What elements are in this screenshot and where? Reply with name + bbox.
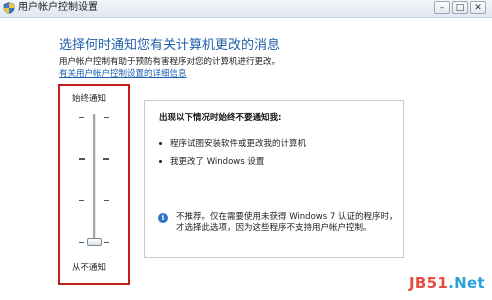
window-controls: – □ ✕ — [434, 1, 486, 14]
title-bar: 用户帐户控制设置 – □ ✕ — [0, 0, 492, 18]
info-bullet-text: 程序试图安装软件或更改我的计算机 — [170, 139, 307, 149]
uac-details-link[interactable]: 有关用户帐户控制设置的详细信息 — [59, 67, 187, 79]
close-button[interactable]: ✕ — [470, 1, 486, 14]
page-description: 用户帐户控制有助于预防有害程序对您的计算机进行更改。 — [59, 57, 281, 67]
slider-top-label: 始终通知 — [72, 94, 107, 104]
slider-tick — [104, 242, 109, 243]
maximize-button[interactable]: □ — [452, 1, 468, 14]
slider-tick — [79, 158, 85, 160]
uac-shield-icon — [3, 2, 15, 14]
info-bullet-text: 我更改了 Windows 设置 — [170, 157, 265, 167]
minimize-button[interactable]: – — [434, 1, 450, 14]
slider-tick — [79, 200, 84, 201]
info-heading: 出现以下情况时始终不要通知我: — [159, 113, 282, 123]
bullet-dot — [159, 160, 162, 163]
slider-tick — [79, 117, 84, 118]
slider-tick — [79, 242, 84, 243]
info-icon: i — [158, 213, 168, 223]
slider-tick — [103, 158, 109, 160]
watermark-tld: Net — [454, 274, 485, 292]
slider-track[interactable] — [93, 114, 96, 246]
slider-tick — [104, 117, 109, 118]
recommendation-text: 不推荐。仅在需要使用未获得 Windows 7 认证的程序时，才选择此选项，因为… — [176, 212, 398, 233]
slider-tick — [104, 200, 109, 201]
info-bullet: 程序试图安装软件或更改我的计算机 — [159, 137, 306, 149]
info-panel — [144, 100, 404, 258]
watermark-brand: JB51 — [409, 274, 449, 292]
slider-bottom-label: 从不通知 — [72, 263, 107, 273]
window-title: 用户帐户控制设置 — [18, 2, 98, 13]
site-watermark: JB51.Net — [409, 274, 485, 292]
slider-thumb[interactable] — [87, 238, 102, 246]
bullet-dot — [159, 142, 162, 145]
page-heading: 选择何时通知您有关计算机更改的消息 — [59, 38, 281, 53]
info-bullet: 我更改了 Windows 设置 — [159, 155, 264, 167]
